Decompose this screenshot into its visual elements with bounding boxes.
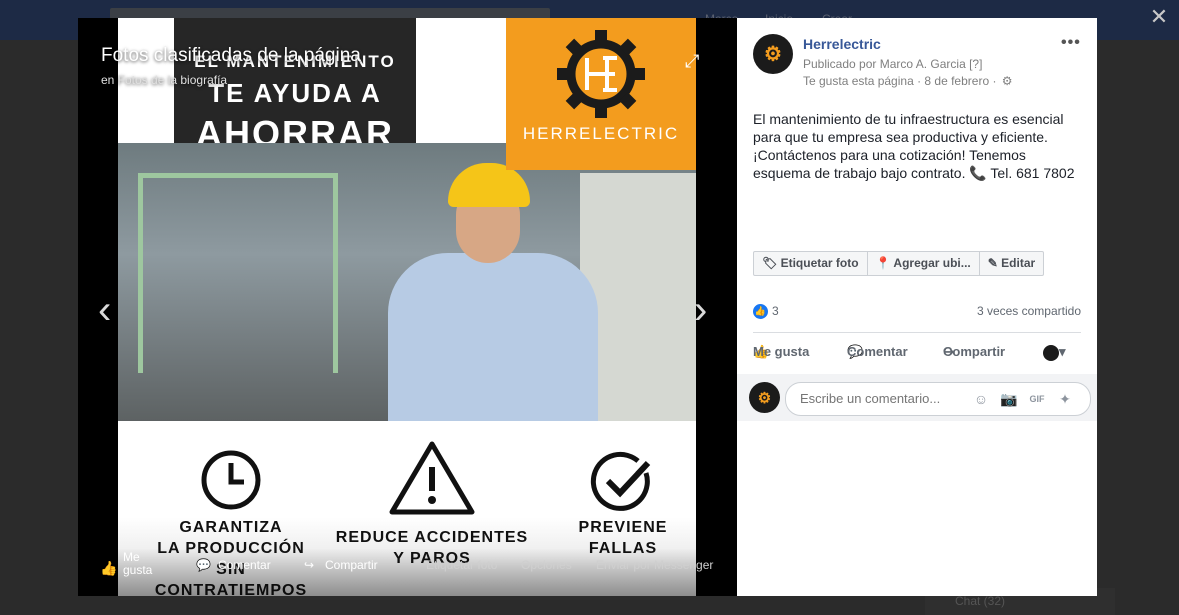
add-location-label: Agregar ubi...: [893, 256, 971, 270]
gear-logo-icon: [557, 30, 645, 118]
tag-photo-button[interactable]: 🏷 Etiquetar foto: [754, 252, 868, 275]
photo-scene: [118, 143, 696, 421]
expand-icon[interactable]: ⤢: [685, 51, 703, 71]
commenter-avatar: ⚙: [749, 382, 780, 413]
post-meta: Te gusta esta página · 8 de febrero · ⚙: [803, 74, 1013, 88]
chevron-down-icon: ▾: [1059, 344, 1066, 359]
viewer-comment-icon[interactable]: 💬: [196, 558, 211, 572]
warning-icon: [389, 441, 475, 515]
viewer-share-button[interactable]: Compartir: [325, 558, 378, 572]
like-label: Me gusta: [753, 344, 810, 359]
photo-action-bar: [78, 548, 737, 596]
add-location-button[interactable]: 📍 Agregar ubi...: [868, 252, 980, 275]
previous-arrow-icon[interactable]: ‹: [98, 290, 122, 330]
page-name-link[interactable]: Herrelectric: [803, 36, 881, 52]
gif-icon[interactable]: GIF: [1028, 390, 1046, 408]
post-as-avatar: [1043, 344, 1059, 361]
clock-icon: [201, 450, 261, 510]
photo-actions: 🏷 Etiquetar foto 📍 Agregar ubi... ✎ Edit…: [753, 251, 1045, 276]
photo-stage: EL MANTENIMIENTO TE AYUDA A AHORRAR HERR…: [78, 18, 737, 596]
like-reaction-icon: 👍: [753, 304, 768, 320]
post-meta-text: Te gusta esta página · 8 de febrero ·: [803, 74, 997, 88]
post-photo: EL MANTENIMIENTO TE AYUDA A AHORRAR HERR…: [118, 18, 696, 596]
published-by: Publicado por Marco A. Garcia [?]: [803, 57, 983, 71]
pencil-icon: ✎: [987, 256, 998, 270]
tag-icon: 🏷: [762, 256, 778, 270]
comment-area: ⚙ ☺ 📷 GIF ✦: [737, 374, 1097, 421]
divider: [753, 332, 1081, 333]
post-text: El mantenimiento de tu infraestructura e…: [753, 111, 1075, 181]
viewer-messenger-button[interactable]: Enviar por Messenger: [596, 558, 713, 572]
camera-icon[interactable]: 📷: [1000, 390, 1018, 408]
close-icon[interactable]: ✕: [1148, 6, 1170, 28]
viewer-options-button[interactable]: Opciones: [521, 558, 572, 572]
photo-worker-body: [388, 253, 598, 421]
album-subtitle[interactable]: en Fotos de la biografía: [101, 73, 227, 87]
photo-machinery-frame: [138, 173, 338, 373]
share-label: Compartir: [943, 344, 1006, 359]
emoji-icon[interactable]: ☺: [972, 390, 990, 408]
gear-logo-icon: ⚙: [764, 43, 782, 66]
photo-logo-block: HERRELECTRIC: [506, 18, 696, 170]
check-circle-icon: [590, 452, 651, 511]
page-avatar[interactable]: ⚙: [753, 34, 793, 74]
edit-label: Editar: [1001, 256, 1036, 270]
viewer-like-button[interactable]: Me gusta: [123, 551, 153, 577]
viewer-share-icon[interactable]: ↪: [304, 558, 314, 572]
like-count-value: 3: [772, 304, 779, 318]
sticker-icon[interactable]: ✦: [1056, 390, 1074, 408]
more-options-icon[interactable]: •••: [1061, 34, 1081, 52]
comment-box: ☺ 📷 GIF ✦: [785, 382, 1091, 416]
album-title[interactable]: Fotos clasificadas de la página: [101, 45, 361, 67]
settings-gear-icon[interactable]: ⚙: [1002, 74, 1013, 88]
comment-input[interactable]: [798, 390, 972, 407]
gear-logo-icon: ⚙: [757, 389, 772, 407]
tag-photo-label: Etiquetar foto: [780, 256, 859, 270]
like-count[interactable]: 👍 3: [753, 304, 779, 320]
share-count[interactable]: 3 veces compartido: [977, 304, 1081, 318]
post-as-selector[interactable]: ▾: [1043, 344, 1066, 361]
next-arrow-icon[interactable]: ›: [694, 290, 718, 330]
viewer-tag-button[interactable]: Etiquetar foto: [426, 558, 497, 572]
edit-button[interactable]: ✎ Editar: [980, 252, 1043, 275]
viewer-comment-button[interactable]: Comentar: [218, 558, 271, 572]
comment-label: Comentar: [847, 344, 908, 359]
photo-brand-name: HERRELECTRIC: [522, 124, 680, 143]
viewer-like-icon[interactable]: 👍: [100, 560, 117, 577]
location-pin-icon: 📍: [875, 256, 891, 270]
post-info-panel: ⚙ Herrelectric ••• Publicado por Marco A…: [737, 18, 1097, 596]
